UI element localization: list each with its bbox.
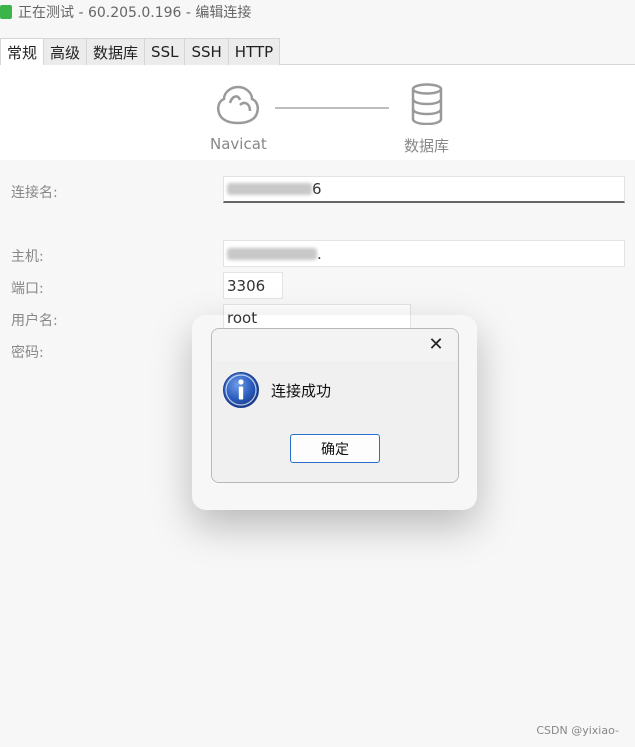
- host-input[interactable]: .: [223, 240, 625, 267]
- dialog-message: 连接成功: [271, 382, 332, 400]
- host-label: 主机:: [11, 249, 44, 265]
- navicat-logo-icon: [216, 85, 260, 125]
- host-value: .: [317, 244, 322, 263]
- tab-http[interactable]: HTTP: [227, 38, 281, 65]
- tab-general[interactable]: 常规: [0, 38, 45, 66]
- username-label: 用户名:: [11, 313, 58, 329]
- connection-name-input[interactable]: 6: [223, 176, 625, 203]
- tab-label: 高级: [50, 43, 81, 62]
- redacted-text: [227, 183, 312, 195]
- navicat-app-icon: [0, 5, 12, 19]
- port-label: 端口:: [11, 281, 44, 297]
- connection-name-value: 6: [312, 180, 322, 198]
- success-dialog: ✕ 连接成功 确定: [211, 328, 459, 483]
- connection-header: Navicat 数据库: [0, 65, 635, 160]
- ok-button-label: 确定: [321, 441, 349, 458]
- tab-label: 数据库: [93, 43, 139, 62]
- window-title: 正在测试 - 60.205.0.196 - 编辑连接: [18, 5, 252, 21]
- tab-bar: 常规 高级 数据库 SSL SSH HTTP: [0, 38, 635, 66]
- tab-label: SSL: [151, 43, 179, 61]
- tab-label: HTTP: [234, 43, 274, 61]
- connection-line: [275, 107, 389, 109]
- password-label: 密码:: [11, 345, 44, 361]
- connection-name-label: 连接名:: [11, 185, 58, 201]
- tab-ssl[interactable]: SSL: [144, 38, 186, 65]
- dialog-titlebar: ✕: [212, 329, 458, 361]
- database-label: 数据库: [404, 137, 450, 155]
- port-input[interactable]: 3306: [223, 272, 283, 299]
- navicat-label: Navicat: [210, 135, 267, 153]
- info-icon: [223, 372, 259, 408]
- title-bar: 正在测试 - 60.205.0.196 - 编辑连接: [0, 0, 635, 24]
- dialog-body: 连接成功 确定: [212, 361, 458, 482]
- ok-button[interactable]: 确定: [290, 434, 380, 463]
- database-icon: [411, 83, 443, 125]
- tab-databases[interactable]: 数据库: [86, 38, 146, 65]
- tab-ssh[interactable]: SSH: [184, 38, 229, 65]
- redacted-text: [227, 247, 317, 260]
- tab-label: SSH: [191, 43, 222, 61]
- tab-label: 常规: [7, 43, 38, 62]
- tab-advanced[interactable]: 高级: [43, 38, 88, 65]
- watermark: CSDN @yixiao-: [536, 724, 619, 737]
- close-icon[interactable]: ✕: [426, 335, 446, 355]
- port-value: 3306: [227, 276, 266, 295]
